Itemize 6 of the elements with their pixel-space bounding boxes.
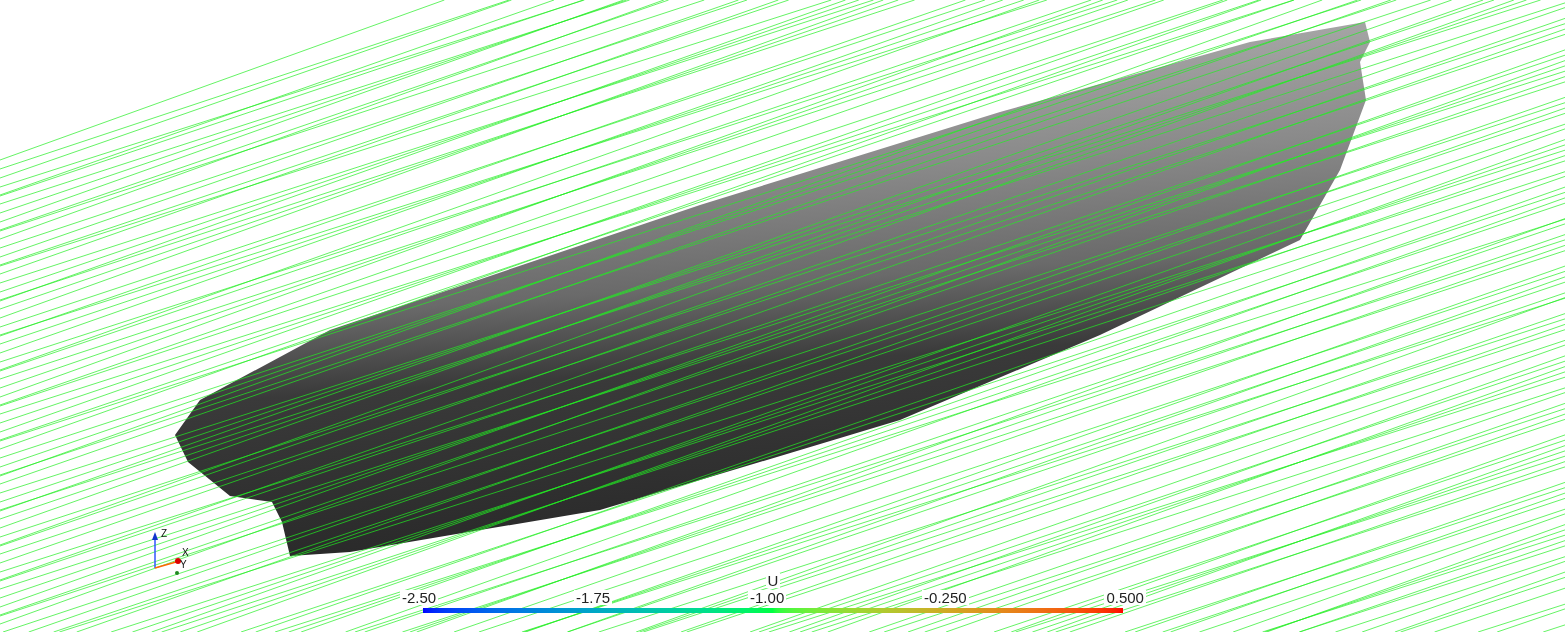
legend-tick-label: 0.500 bbox=[1104, 590, 1146, 605]
legend-tick-label: -1.00 bbox=[748, 590, 787, 605]
legend-tick-label: -0.250 bbox=[922, 590, 969, 605]
legend-tick-label: -2.50 bbox=[400, 590, 439, 605]
legend-tick-label: -1.75 bbox=[574, 590, 613, 605]
legend-title: U bbox=[765, 573, 781, 588]
